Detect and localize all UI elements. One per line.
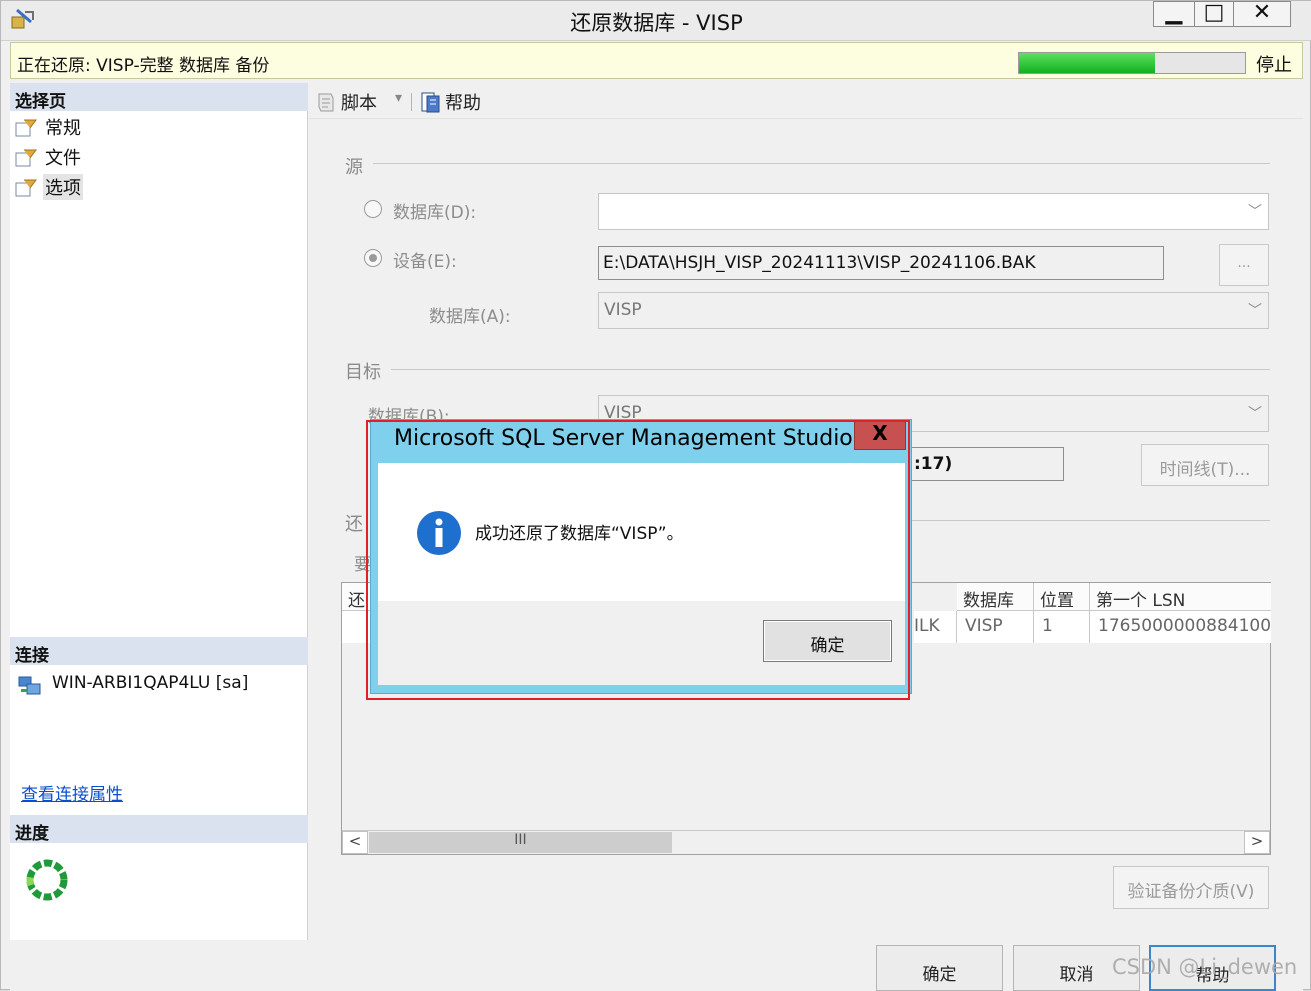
progress-fill bbox=[1019, 53, 1155, 73]
grid-header-first-lsn[interactable]: 第一个 LSN bbox=[1090, 583, 1271, 611]
toolbar: 脚本 ▾ 帮助 bbox=[309, 83, 1303, 119]
restore-plan-divider bbox=[909, 520, 1270, 521]
source-device-radio-label: 设备(E): bbox=[393, 252, 457, 272]
close-icon: ✕ bbox=[1252, 0, 1272, 25]
maximize-button[interactable]: □ bbox=[1194, 0, 1234, 27]
restore-status-text: 正在还原: VISP-完整 数据库 备份 bbox=[17, 56, 270, 76]
page-icon bbox=[15, 179, 37, 197]
connection-header: 连接 bbox=[10, 637, 308, 666]
grid-header-database[interactable]: 数据库 bbox=[957, 583, 1034, 611]
title-bar: 还原数据库 - VISP ▁ □ ✕ bbox=[1, 0, 1311, 41]
stop-button[interactable]: 停止 bbox=[1256, 51, 1292, 77]
source-group-title: 源 bbox=[345, 157, 363, 178]
target-group-title: 目标 bbox=[345, 362, 381, 383]
bottom-button-bar: 确定 取消 帮助 bbox=[10, 941, 1303, 991]
chevron-down-icon: ﹀ bbox=[1248, 303, 1262, 319]
restore-to-field[interactable]: :17) bbox=[909, 447, 1064, 481]
grid-cell-database: VISP bbox=[957, 611, 1034, 643]
source-database-radio[interactable] bbox=[364, 200, 382, 218]
server-name: WIN-ARBI1QAP4LU [sa] bbox=[52, 673, 249, 693]
source-database-radio-label: 数据库(D): bbox=[393, 203, 477, 223]
chevron-down-icon: ﹀ bbox=[1248, 406, 1262, 422]
page-icon bbox=[15, 149, 37, 167]
restore-plan-group-title: 还 bbox=[345, 514, 363, 535]
chevron-down-icon: ﹀ bbox=[1248, 204, 1262, 220]
grid-header-position[interactable]: 位置 bbox=[1034, 583, 1090, 611]
toolbar-separator bbox=[411, 93, 412, 111]
grid-cell-partial: ILK bbox=[914, 611, 957, 643]
minimize-button[interactable]: ▁ bbox=[1153, 0, 1195, 27]
source-database-value: VISP bbox=[604, 300, 642, 320]
minimize-icon: ▁ bbox=[1165, 0, 1183, 25]
horizontal-scrollbar[interactable]: < III > bbox=[342, 830, 1270, 854]
csdn-watermark: CSDN @Li_dewen bbox=[1112, 955, 1298, 979]
view-connection-properties-link[interactable]: 查看连接属性 bbox=[21, 780, 123, 805]
page-icon bbox=[15, 119, 37, 137]
verify-backup-media-button[interactable]: 验证备份介质(V) bbox=[1113, 866, 1269, 909]
left-pane: 选择页 常规 文件 选项 连接 WIN-ARBI1QAP4LU [sa] 查看连… bbox=[10, 83, 308, 940]
timeline-button[interactable]: 时间线(T)... bbox=[1141, 444, 1269, 486]
progress-spinner-icon bbox=[26, 859, 68, 901]
source-database-combo[interactable]: VISP ﹀ bbox=[598, 292, 1269, 329]
scroll-left-icon[interactable]: < bbox=[342, 831, 368, 854]
device-path-field[interactable]: E:\DATA\HSJH_VISP_20241113\VISP_20241106… bbox=[598, 246, 1164, 280]
maximize-icon: □ bbox=[1203, 0, 1225, 25]
restore-progress-bar bbox=[1018, 52, 1246, 74]
page-files-label: 文件 bbox=[45, 148, 81, 169]
page-options-label: 选项 bbox=[43, 174, 83, 200]
scroll-thumb[interactable]: III bbox=[369, 832, 672, 853]
source-divider bbox=[373, 163, 1270, 164]
page-options[interactable]: 选项 bbox=[14, 173, 154, 201]
source-device-radio[interactable] bbox=[364, 249, 382, 267]
server-icon bbox=[18, 676, 41, 695]
script-icon bbox=[318, 93, 334, 112]
help-icon bbox=[421, 92, 440, 113]
progress-header: 进度 bbox=[10, 815, 308, 844]
browse-device-button[interactable]: ... bbox=[1219, 244, 1269, 286]
select-page-header: 选择页 bbox=[10, 83, 308, 112]
highlight-box bbox=[366, 420, 910, 700]
page-general-label: 常规 bbox=[45, 118, 81, 139]
page-files[interactable]: 文件 bbox=[14, 143, 154, 171]
script-label: 脚本 bbox=[341, 93, 377, 114]
close-button[interactable]: ✕ bbox=[1233, 0, 1291, 27]
scroll-right-icon[interactable]: > bbox=[1244, 831, 1270, 854]
page-general[interactable]: 常规 bbox=[14, 113, 154, 141]
window-title: 还原数据库 - VISP bbox=[570, 11, 743, 35]
source-database-label: 数据库(A): bbox=[429, 307, 511, 327]
source-database-select[interactable]: ﹀ bbox=[598, 193, 1269, 230]
grid-cell-position: 1 bbox=[1034, 611, 1090, 643]
script-dropdown-icon[interactable]: ▾ bbox=[395, 90, 402, 106]
grid-cell-first-lsn: 1765000000884100 bbox=[1090, 611, 1271, 643]
help-label: 帮助 bbox=[445, 93, 481, 114]
restore-status-bar: 正在还原: VISP-完整 数据库 备份 停止 bbox=[10, 42, 1303, 79]
ok-button[interactable]: 确定 bbox=[876, 945, 1003, 991]
target-divider bbox=[391, 369, 1270, 370]
